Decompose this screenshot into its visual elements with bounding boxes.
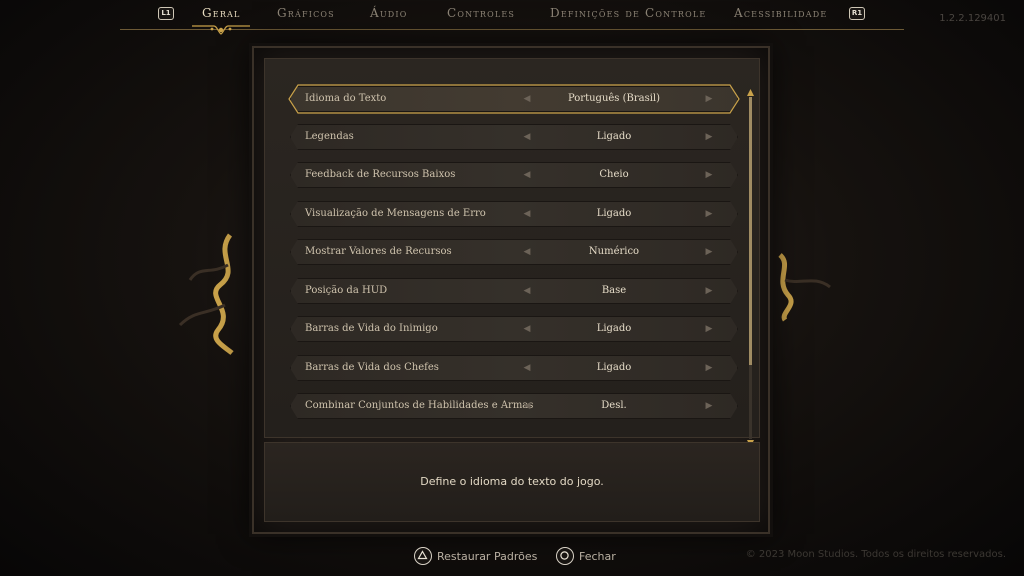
settings-list: Idioma do Texto ◀ Português (Brasil) ▶ L…	[264, 58, 760, 447]
setting-row-combinar-conjuntos[interactable]: Combinar Conjuntos de Habilidades e Arma…	[290, 393, 738, 419]
arrow-right-icon[interactable]: ▶	[703, 322, 715, 336]
tab-controles[interactable]: Controles	[447, 6, 515, 20]
triangle-button-icon	[414, 547, 432, 565]
restore-defaults-label: Restaurar Padrões	[437, 549, 538, 563]
arrow-right-icon[interactable]: ▶	[703, 399, 715, 413]
setting-value: Ligado	[596, 208, 632, 219]
scroll-thumb[interactable]	[749, 97, 752, 365]
arrow-left-icon[interactable]: ◀	[521, 168, 533, 182]
arrow-left-icon[interactable]: ◀	[521, 207, 533, 221]
setting-row-idioma-do-texto[interactable]: Idioma do Texto ◀ Português (Brasil) ▶	[290, 86, 738, 112]
version-text: 1.2.2.129401	[939, 13, 1006, 24]
description-box: Define o idioma do texto do jogo.	[264, 442, 760, 522]
right-gold-ornament-icon	[778, 253, 831, 322]
setting-value: Português (Brasil)	[567, 93, 661, 104]
setting-row-visualizacao-de-mensagens-de-erro[interactable]: Visualização de Mensagens de Erro ◀ Liga…	[290, 201, 738, 227]
close-button[interactable]: Fechar	[556, 546, 616, 566]
setting-label: Visualização de Mensagens de Erro	[305, 208, 486, 219]
left-gold-ornament-icon	[178, 233, 234, 355]
scroll-cap-icon	[747, 89, 754, 96]
arrow-left-icon[interactable]: ◀	[521, 245, 533, 259]
tab-definicoes-de-controle[interactable]: Definições de Controle	[550, 6, 706, 20]
tab-audio[interactable]: Áudio	[370, 6, 408, 20]
setting-value: Base	[601, 285, 627, 296]
setting-label: Idioma do Texto	[305, 93, 387, 104]
settings-panel: Idioma do Texto ◀ Português (Brasil) ▶ L…	[252, 46, 770, 534]
setting-row-legendas[interactable]: Legendas ◀ Ligado ▶	[290, 124, 738, 150]
setting-label: Barras de Vida dos Chefes	[305, 362, 439, 373]
arrow-left-icon[interactable]: ◀	[521, 130, 533, 144]
arrow-left-icon[interactable]: ◀	[521, 322, 533, 336]
tab-acessibilidade[interactable]: Acessibilidade	[734, 6, 827, 20]
tab-graficos[interactable]: Gráficos	[277, 6, 335, 20]
setting-label: Combinar Conjuntos de Habilidades e Arma…	[305, 400, 534, 411]
setting-label: Mostrar Valores de Recursos	[305, 246, 452, 257]
setting-label: Barras de Vida do Inimigo	[305, 323, 438, 334]
setting-row-posicao-da-hud[interactable]: Posição da HUD ◀ Base ▶	[290, 278, 738, 304]
arrow-left-icon[interactable]: ◀	[521, 284, 533, 298]
setting-value: Cheio	[599, 169, 629, 180]
setting-row-barras-de-vida-dos-chefes[interactable]: Barras de Vida dos Chefes ◀ Ligado ▶	[290, 355, 738, 381]
circle-button-icon	[556, 547, 574, 565]
setting-row-barras-de-vida-do-inimigo[interactable]: Barras de Vida do Inimigo ◀ Ligado ▶	[290, 316, 738, 342]
r1-button-icon[interactable]: R1	[849, 7, 865, 20]
setting-label: Posição da HUD	[305, 285, 388, 296]
copyright-text: © 2023 Moon Studios. Todos os direitos r…	[745, 549, 1006, 560]
l1-button-icon[interactable]: L1	[158, 7, 174, 20]
setting-label: Legendas	[305, 131, 354, 142]
arrow-right-icon[interactable]: ▶	[703, 207, 715, 221]
scrollbar[interactable]	[747, 89, 754, 447]
restore-defaults-button[interactable]: Restaurar Padrões	[414, 546, 537, 566]
arrow-right-icon[interactable]: ▶	[703, 284, 715, 298]
setting-value: Ligado	[596, 323, 632, 334]
tab-geral[interactable]: Geral	[202, 6, 241, 20]
active-tab-ornament-icon	[192, 25, 250, 35]
arrow-left-icon[interactable]: ◀	[521, 361, 533, 375]
arrow-right-icon[interactable]: ▶	[703, 245, 715, 259]
arrow-left-icon[interactable]: ◀	[521, 399, 533, 413]
setting-value: Numérico	[588, 246, 640, 257]
arrow-right-icon[interactable]: ▶	[703, 361, 715, 375]
arrow-right-icon[interactable]: ▶	[703, 168, 715, 182]
description-text: Define o idioma do texto do jogo.	[420, 475, 604, 488]
setting-value: Ligado	[596, 362, 632, 373]
setting-label: Feedback de Recursos Baixos	[305, 169, 456, 180]
arrow-right-icon[interactable]: ▶	[703, 130, 715, 144]
setting-row-mostrar-valores-de-recursos[interactable]: Mostrar Valores de Recursos ◀ Numérico ▶	[290, 239, 738, 265]
setting-row-feedback-de-recursos-baixos[interactable]: Feedback de Recursos Baixos ◀ Cheio ▶	[290, 162, 738, 188]
arrow-left-icon[interactable]: ◀	[521, 92, 533, 106]
setting-value: Desl.	[601, 400, 627, 411]
setting-value: Ligado	[596, 131, 632, 142]
arrow-right-icon[interactable]: ▶	[703, 92, 715, 106]
close-label: Fechar	[579, 549, 616, 563]
